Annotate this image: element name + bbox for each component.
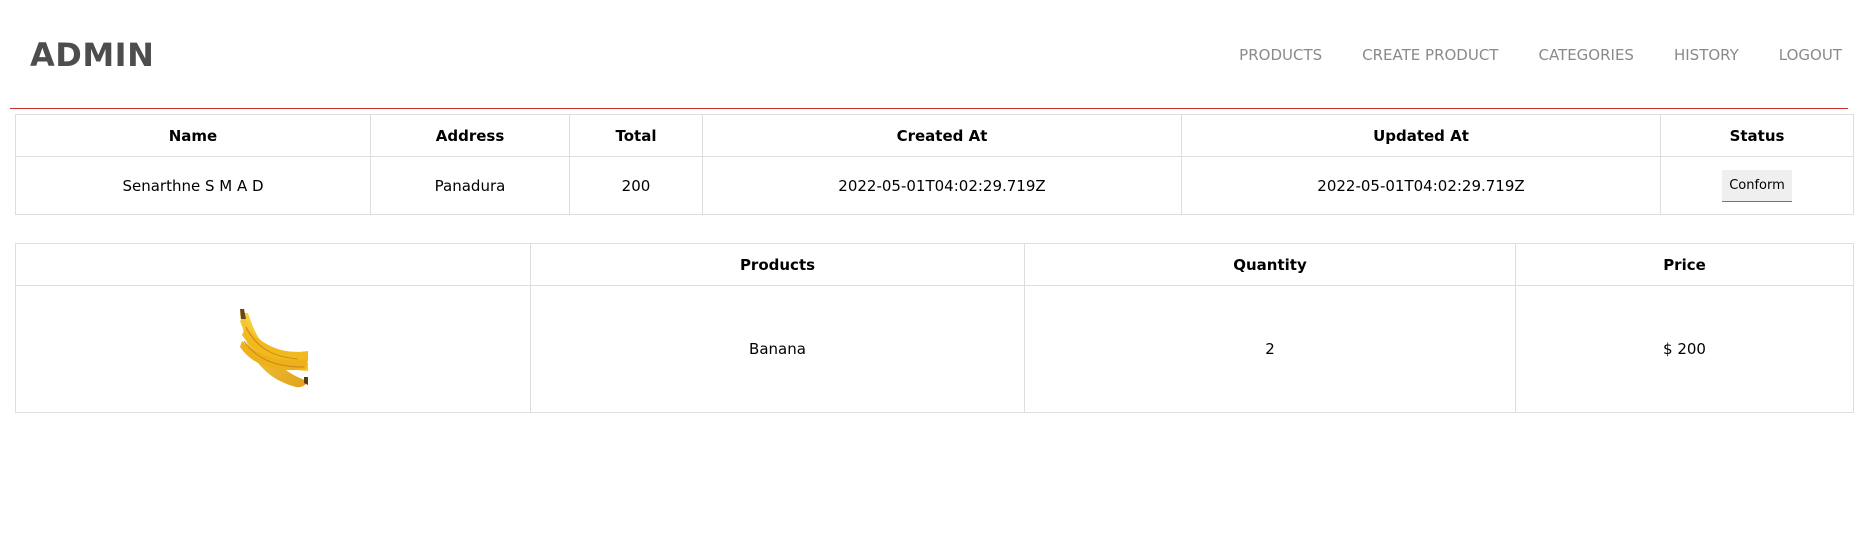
column-header-price: Price — [1515, 243, 1854, 286]
items-header-row: Products Quantity Price — [15, 243, 1854, 286]
order-header-row: Name Address Total Created At Updated At… — [15, 114, 1854, 157]
cell-total: 200 — [569, 156, 703, 215]
column-header-status: Status — [1660, 114, 1854, 157]
column-header-created-at: Created At — [702, 114, 1182, 157]
nav-history[interactable]: HISTORY — [1674, 46, 1739, 64]
cell-price: $ 200 — [1515, 285, 1854, 413]
table-row: Senarthne S M A D Panadura 200 2022-05-0… — [15, 156, 1854, 215]
nav-categories[interactable]: CATEGORIES — [1538, 46, 1634, 64]
column-header-address: Address — [370, 114, 570, 157]
column-header-quantity: Quantity — [1024, 243, 1516, 286]
column-header-updated-at: Updated At — [1181, 114, 1661, 157]
order-items-table: Products Quantity Price Banana 2 $ 200 — [15, 243, 1854, 413]
conform-button[interactable]: Conform — [1722, 169, 1792, 202]
banana-icon — [240, 309, 308, 388]
cell-product-image — [15, 285, 531, 413]
column-header-image — [15, 243, 531, 286]
order-table: Name Address Total Created At Updated At… — [15, 114, 1854, 215]
cell-created-at: 2022-05-01T04:02:29.719Z — [702, 156, 1182, 215]
cell-address: Panadura — [370, 156, 570, 215]
column-header-products: Products — [530, 243, 1025, 286]
cell-updated-at: 2022-05-01T04:02:29.719Z — [1181, 156, 1661, 215]
brand-title: ADMIN — [30, 36, 155, 74]
top-header: ADMIN PRODUCTS CREATE PRODUCT CATEGORIES… — [10, 0, 1848, 109]
table-row: Banana 2 $ 200 — [15, 285, 1854, 413]
main-nav: PRODUCTS CREATE PRODUCT CATEGORIES HISTO… — [1199, 46, 1842, 64]
cell-status: Conform — [1660, 156, 1854, 215]
nav-create-product[interactable]: CREATE PRODUCT — [1362, 46, 1498, 64]
banana-image — [238, 307, 308, 391]
column-header-total: Total — [569, 114, 703, 157]
cell-quantity: 2 — [1024, 285, 1516, 413]
cell-product-name: Banana — [530, 285, 1025, 413]
cell-name: Senarthne S M A D — [15, 156, 371, 215]
column-header-name: Name — [15, 114, 371, 157]
nav-products[interactable]: PRODUCTS — [1239, 46, 1322, 64]
nav-logout[interactable]: LOGOUT — [1779, 46, 1842, 64]
